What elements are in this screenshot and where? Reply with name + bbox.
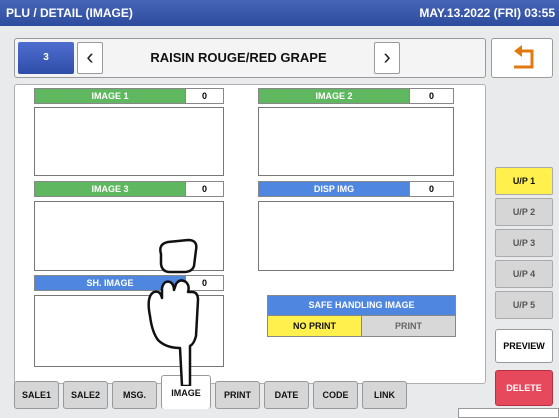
image3-header[interactable]: IMAGE 3 0: [34, 181, 224, 197]
prev-plu-button[interactable]: ‹: [77, 42, 103, 74]
plu-selector: 3 ‹ RAISIN ROUGE/RED GRAPE ›: [14, 38, 486, 78]
page-up2[interactable]: U/P 2: [495, 198, 553, 226]
print-option[interactable]: PRINT: [361, 316, 455, 336]
tab-link[interactable]: LINK: [362, 381, 407, 409]
preview-button[interactable]: PREVIEW: [495, 329, 553, 363]
back-button[interactable]: [491, 38, 553, 78]
image2-header[interactable]: IMAGE 2 0: [258, 88, 454, 104]
image1-header[interactable]: IMAGE 1 0: [34, 88, 224, 104]
datetime-display: MAY.13.2022 (FRI) 03:55: [419, 6, 555, 20]
tab-sale2[interactable]: SALE2: [63, 381, 108, 409]
tab-date[interactable]: DATE: [264, 381, 309, 409]
image2-preview[interactable]: [258, 107, 454, 176]
safe-handling-title: SAFE HANDLING IMAGE: [268, 296, 455, 315]
chevron-right-icon: ›: [383, 44, 391, 69]
disp-img-label: DISP IMG: [259, 182, 409, 196]
disp-img-header[interactable]: DISP IMG 0: [258, 181, 454, 197]
image2-label: IMAGE 2: [259, 89, 409, 103]
tab-sale1[interactable]: SALE1: [14, 381, 59, 409]
image1-preview[interactable]: [34, 107, 224, 176]
safe-handling-group: SAFE HANDLING IMAGE NO PRINT PRINT: [267, 295, 456, 337]
pointing-hand-icon: [147, 238, 200, 386]
next-plu-button[interactable]: ›: [374, 42, 400, 74]
page-up3[interactable]: U/P 3: [495, 229, 553, 257]
plu-number[interactable]: 3: [18, 42, 74, 74]
tab-code[interactable]: CODE: [313, 381, 358, 409]
image1-label: IMAGE 1: [35, 89, 185, 103]
plu-name: RAISIN ROUGE/RED GRAPE: [150, 50, 327, 65]
page-up5[interactable]: U/P 5: [495, 291, 553, 319]
title-bar: PLU / DETAIL (IMAGE) MAY.13.2022 (FRI) 0…: [0, 0, 559, 26]
page-title: PLU / DETAIL (IMAGE): [6, 6, 133, 20]
image3-label: IMAGE 3: [35, 182, 185, 196]
image-settings-panel: IMAGE 1 0 IMAGE 2 0 IMAGE 3 0 DISP IMG 0…: [14, 84, 486, 384]
no-print-option[interactable]: NO PRINT: [268, 316, 361, 336]
page-up4[interactable]: U/P 4: [495, 260, 553, 288]
page-up1[interactable]: U/P 1: [495, 167, 553, 195]
image3-value: 0: [185, 182, 223, 196]
status-strip: [458, 408, 559, 418]
image1-value: 0: [185, 89, 223, 103]
disp-img-value: 0: [409, 182, 453, 196]
chevron-left-icon: ‹: [86, 44, 94, 69]
delete-button[interactable]: DELETE: [495, 370, 553, 406]
image2-value: 0: [409, 89, 453, 103]
disp-img-preview[interactable]: [258, 201, 454, 271]
return-arrow-icon: [514, 45, 534, 69]
